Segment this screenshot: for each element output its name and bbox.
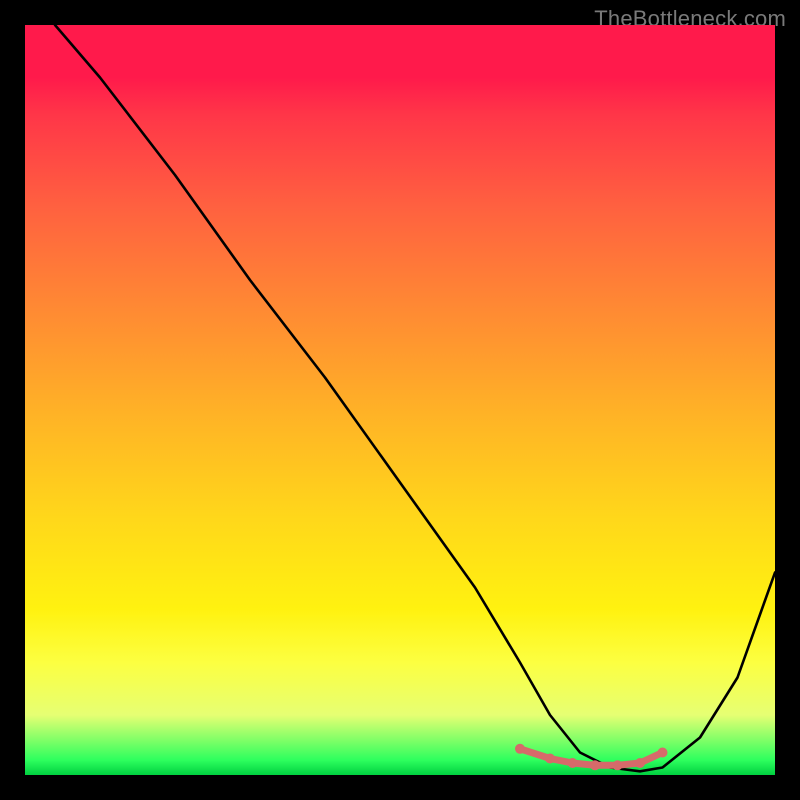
- highlight-dot: [590, 760, 600, 770]
- highlight-dot: [545, 754, 555, 764]
- bottleneck-curve: [55, 25, 775, 771]
- gradient-plot-area: [25, 25, 775, 775]
- highlight-dot: [658, 748, 668, 758]
- highlight-dot: [515, 744, 525, 754]
- chart-canvas: TheBottleneck.com: [0, 0, 800, 800]
- curve-layer: [25, 25, 775, 775]
- highlight-dot: [613, 760, 623, 770]
- highlight-dot: [635, 758, 645, 768]
- highlight-dot: [568, 758, 578, 768]
